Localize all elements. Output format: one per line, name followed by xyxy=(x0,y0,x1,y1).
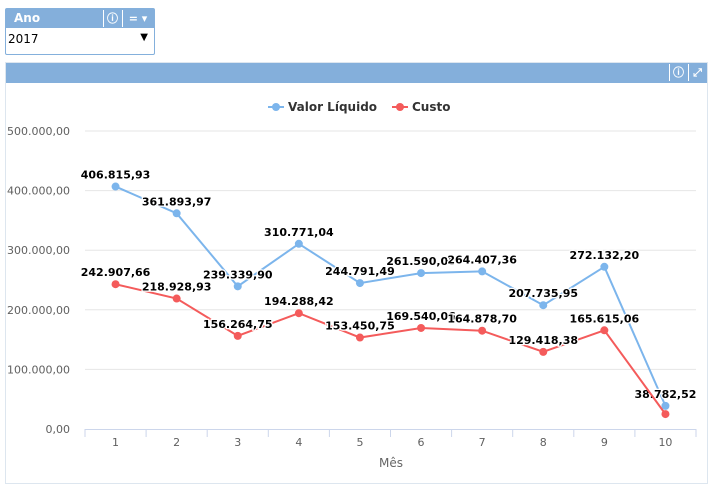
data-label: 207.735,95 xyxy=(508,287,578,300)
y-tick-label: 300.000,00 xyxy=(7,244,70,257)
x-tick-label: 5 xyxy=(356,436,363,449)
data-point xyxy=(294,309,303,318)
x-tick-label: 10 xyxy=(658,436,672,449)
data-label: 38.782,52 xyxy=(634,388,696,401)
data-point xyxy=(233,282,242,291)
x-tick-label: 1 xyxy=(112,436,119,449)
data-point xyxy=(539,347,548,356)
data-label: 164.878,70 xyxy=(447,313,517,326)
x-tick-label: 7 xyxy=(479,436,486,449)
data-point xyxy=(661,410,670,419)
data-point xyxy=(294,239,303,248)
x-tick-label: 2 xyxy=(173,436,180,449)
data-point xyxy=(417,323,426,332)
y-tick-label: 500.000,00 xyxy=(7,125,70,138)
y-tick-label: 400.000,00 xyxy=(7,185,70,198)
data-point xyxy=(233,331,242,340)
data-label: 272.132,20 xyxy=(570,249,640,262)
x-tick-label: 6 xyxy=(418,436,425,449)
data-label: 310.771,04 xyxy=(264,226,334,239)
series-line xyxy=(115,185,667,407)
data-label: 242.907,66 xyxy=(81,266,151,279)
data-point xyxy=(600,262,609,271)
y-tick-label: 100.000,00 xyxy=(7,363,70,376)
data-point xyxy=(600,326,609,335)
x-tick-label: 4 xyxy=(295,436,302,449)
data-point xyxy=(355,333,364,342)
legend-item-custo: Custo xyxy=(412,100,450,114)
legend-marker xyxy=(272,103,280,111)
data-label: 361.893,97 xyxy=(142,195,212,208)
data-label: 261.590,08 xyxy=(386,255,456,268)
legend-marker xyxy=(396,103,404,111)
series-line xyxy=(115,283,667,415)
x-tick-label: 3 xyxy=(234,436,241,449)
x-tick-label: 8 xyxy=(540,436,547,449)
y-tick-label: 200.000,00 xyxy=(7,304,70,317)
data-label: 165.615,06 xyxy=(570,312,640,325)
data-label: 156.264,75 xyxy=(203,318,273,331)
data-point xyxy=(111,280,120,289)
y-tick-label: 0,00 xyxy=(46,423,71,436)
data-label: 244.791,49 xyxy=(325,265,395,278)
line-chart: 0,00 100.000,00 200.000,00 300.000,00 400.00… xyxy=(7,100,698,470)
data-label: 264.407,36 xyxy=(447,253,517,266)
data-point xyxy=(172,294,181,303)
data-point xyxy=(478,326,487,335)
x-tick-label: 9 xyxy=(601,436,608,449)
data-label: 194.288,42 xyxy=(264,295,334,308)
data-point xyxy=(539,301,548,310)
legend-item-valor-líquido: Valor Líquido xyxy=(288,100,377,114)
data-label: 129.418,38 xyxy=(508,334,578,347)
data-point xyxy=(111,182,120,191)
x-axis-title: Mês xyxy=(379,456,403,470)
data-label: 153.450,75 xyxy=(325,320,395,333)
data-point xyxy=(172,209,181,218)
data-label: 406.815,93 xyxy=(81,169,151,182)
data-label: 239.339,90 xyxy=(203,268,273,281)
data-label: 218.928,93 xyxy=(142,281,212,294)
data-point xyxy=(355,279,364,288)
data-point xyxy=(478,267,487,276)
data-point xyxy=(417,269,426,278)
data-label: 169.540,06 xyxy=(386,310,456,323)
